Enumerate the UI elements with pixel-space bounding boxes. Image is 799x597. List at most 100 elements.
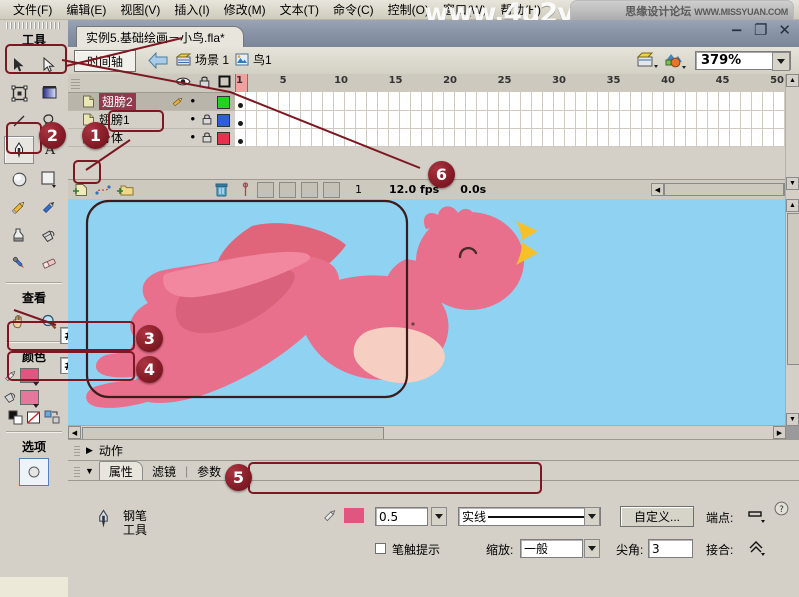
cap-style-icon[interactable] <box>748 509 768 525</box>
menu-item-help[interactable]: 帮助(H) <box>493 0 548 20</box>
rectangle-tool[interactable] <box>35 166 63 192</box>
brush-tool[interactable] <box>35 194 63 220</box>
layer-color-1[interactable] <box>217 114 230 127</box>
layer-visibility-dot-1[interactable]: • <box>190 112 195 125</box>
layer-color-0[interactable] <box>217 96 230 109</box>
layer-row-0[interactable]: 翅膀2 • <box>68 93 235 111</box>
timeline-scroll-up-button[interactable]: ▲ <box>786 74 799 87</box>
menu-item-window[interactable]: 窗口(W) <box>436 0 493 20</box>
fill-color-swatch[interactable] <box>20 390 39 408</box>
timeline-vscrollbar[interactable]: ▲ ▼ <box>785 74 799 199</box>
restore-button[interactable]: ❐ <box>754 23 767 38</box>
stage-canvas[interactable] <box>68 199 786 426</box>
oval-tool[interactable] <box>5 166 33 192</box>
collapse-arrow-icon[interactable]: ▼ <box>85 466 94 476</box>
tab-properties[interactable]: 属性 <box>98 461 143 480</box>
breadcrumb-scene[interactable]: 场景 1 <box>176 51 229 68</box>
minimize-button[interactable]: − <box>730 23 743 38</box>
free-transform-tool[interactable] <box>5 80 33 106</box>
frame-rate-value[interactable]: 12.0 fps <box>389 183 439 196</box>
actions-panel-header[interactable]: ▶ 动作 <box>68 439 799 461</box>
layer-name-0[interactable]: 翅膀2 <box>99 93 136 110</box>
menu-item-view[interactable]: 视图(V) <box>113 0 167 20</box>
eye-icon[interactable] <box>175 76 191 87</box>
frame-row-0[interactable] <box>235 92 786 111</box>
menu-item-control[interactable]: 控制(O) <box>381 0 436 20</box>
custom-stroke-button[interactable]: 自定义... <box>620 506 694 527</box>
actions-panel-grip[interactable] <box>74 444 80 456</box>
layer-visibility-dot-0[interactable]: • <box>190 94 195 107</box>
swap-colors-icon[interactable] <box>44 410 61 425</box>
bird-illustration[interactable] <box>68 199 786 426</box>
selection-tool[interactable] <box>5 52 33 78</box>
paint-bucket-tool[interactable] <box>35 222 63 248</box>
scale-dropdown[interactable] <box>584 539 600 558</box>
fill-color-row[interactable] <box>0 389 68 408</box>
outline-icon[interactable] <box>218 75 231 88</box>
expand-arrow-icon[interactable]: ▶ <box>86 445 93 456</box>
layer-lock-2[interactable] <box>202 131 212 146</box>
add-motion-guide-icon[interactable] <box>94 183 112 197</box>
stage-scroll-up-button[interactable]: ▲ <box>786 199 799 212</box>
menu-item-file[interactable]: 文件(F) <box>6 0 59 20</box>
tab-filters[interactable]: 滤镜 <box>143 462 185 480</box>
line-tool[interactable] <box>5 108 33 134</box>
frame-row-2[interactable] <box>235 128 786 147</box>
eyedropper-tool[interactable] <box>5 250 33 276</box>
stroke-color-swatch[interactable] <box>20 368 39 386</box>
timeline-scroll-down-button[interactable]: ▼ <box>786 177 799 190</box>
eraser-tool[interactable] <box>35 250 63 276</box>
edit-scene-icon[interactable] <box>637 52 659 70</box>
smooth-option-button[interactable] <box>19 458 49 486</box>
no-color-icon[interactable] <box>26 410 41 425</box>
subselection-tool[interactable] <box>35 52 63 78</box>
stage-vscrollbar[interactable]: ▲ ▼ <box>785 199 799 426</box>
stroke-style-dropdown[interactable] <box>584 507 600 526</box>
frame-row-1[interactable] <box>235 110 786 129</box>
help-icon[interactable]: ? <box>774 501 789 516</box>
gradient-transform-tool[interactable] <box>35 80 63 106</box>
stage-scroll-left-button[interactable]: ◀ <box>68 426 81 439</box>
stroke-style-select[interactable]: 实线 <box>458 507 601 526</box>
insert-layer-icon[interactable] <box>72 183 90 197</box>
keyframe-marker[interactable] <box>238 103 243 108</box>
stroke-color-swatch-properties[interactable] <box>344 508 364 523</box>
miter-field[interactable]: 3 <box>648 539 693 558</box>
center-frame-icon[interactable] <box>239 182 252 197</box>
back-arrow-icon[interactable] <box>148 51 168 72</box>
insert-layer-folder-icon[interactable] <box>116 183 135 197</box>
menu-item-insert[interactable]: 插入(I) <box>167 0 216 20</box>
timeline-grip[interactable] <box>71 77 80 89</box>
scale-select-value[interactable]: 一般 <box>520 539 583 558</box>
stroke-width-dropdown[interactable] <box>431 507 447 526</box>
delete-layer-icon[interactable] <box>214 182 229 197</box>
zoom-dropdown-button[interactable] <box>772 52 790 71</box>
layer-visibility-dot-2[interactable]: • <box>190 130 195 143</box>
menu-item-modify[interactable]: 修改(M) <box>217 0 273 20</box>
menu-item-commands[interactable]: 命令(C) <box>326 0 381 20</box>
hand-tool[interactable] <box>5 309 33 335</box>
timeline-toggle-button[interactable]: 时间轴 <box>74 50 136 72</box>
edit-multiple-frames-icon[interactable] <box>301 181 318 198</box>
menu-item-text[interactable]: 文本(T) <box>273 0 326 20</box>
stage-hscrollbar[interactable]: ◀ ▶ <box>68 425 786 439</box>
menu-item-edit[interactable]: 编辑(E) <box>59 0 113 20</box>
timeline-ruler[interactable]: 15101520253035404550556065 <box>235 74 799 93</box>
timeline-hscrollbar[interactable] <box>664 183 784 196</box>
pencil-tool[interactable] <box>5 194 33 220</box>
stroke-color-row[interactable] <box>0 367 68 386</box>
edit-symbol-icon[interactable] <box>663 51 687 70</box>
tab-parameters[interactable]: 参数 <box>188 462 230 480</box>
modify-onion-markers-icon[interactable] <box>323 181 340 198</box>
document-tab[interactable]: 实例5.基础绘画－小鸟.fla* <box>76 26 244 47</box>
stage-hscroll-thumb[interactable] <box>82 427 384 439</box>
stage-vscroll-thumb[interactable] <box>787 213 799 365</box>
timeline-scroll-left-button[interactable]: ◀ <box>651 183 664 196</box>
properties-panel-grip[interactable] <box>74 464 80 477</box>
stroke-hinting-checkbox[interactable] <box>375 543 386 554</box>
keyframe-marker[interactable] <box>238 139 243 144</box>
breadcrumb-symbol[interactable]: 鸟1 <box>235 51 272 68</box>
panel-grip[interactable] <box>6 22 62 29</box>
lock-icon[interactable] <box>199 75 210 88</box>
onion-skin-icon[interactable] <box>257 181 274 198</box>
